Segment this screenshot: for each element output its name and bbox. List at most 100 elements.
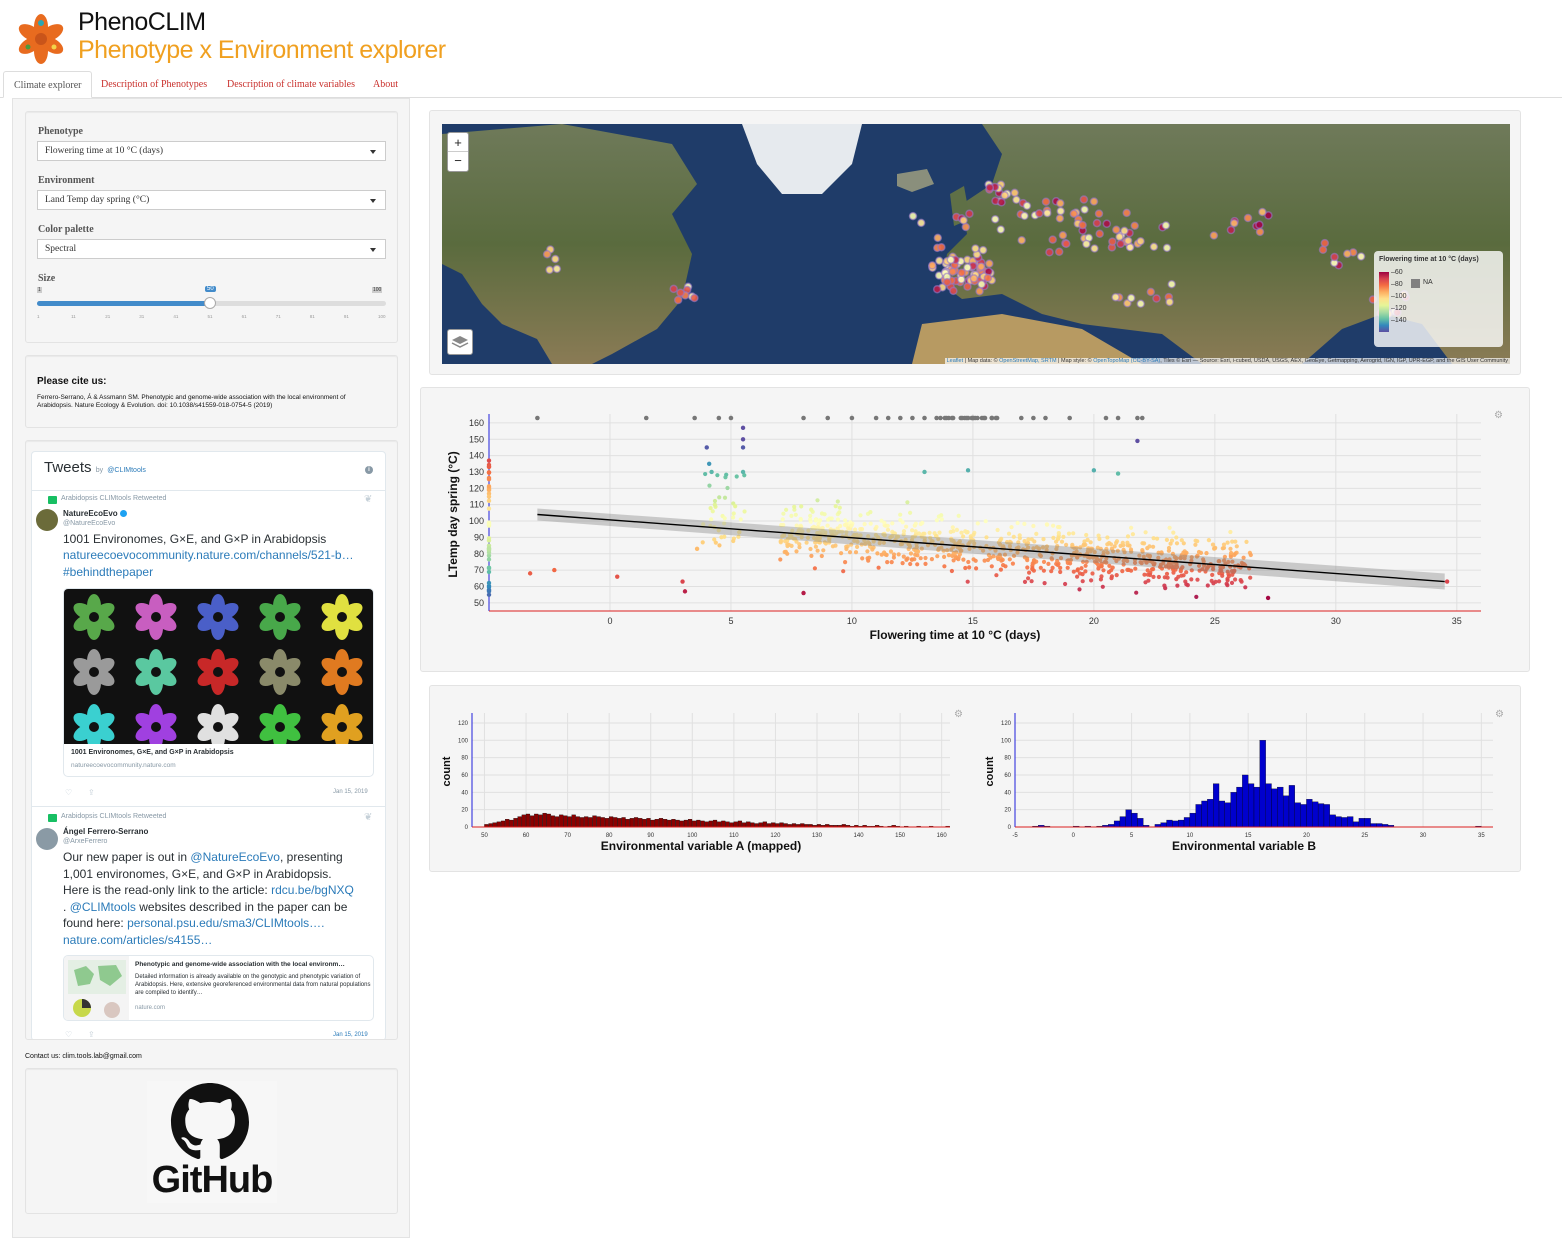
data-point [1142,572,1147,577]
mention-link[interactable]: @NatureEcoEvo [190,850,280,864]
data-point [1083,563,1088,568]
slider-tick-label: 21 [105,314,111,319]
osm-link[interactable]: OpenStreetMap, SRTM [999,358,1056,364]
tweet-date[interactable]: Jan 15, 2019 [333,1032,368,1038]
data-point [486,476,492,482]
slider-tick-label: 31 [139,314,145,319]
tab-climate-explorer[interactable]: Climate explorer [3,71,93,98]
histogram-bar [658,818,664,828]
data-point [841,569,846,574]
tweet-link[interactable]: personal.psu.edu/sma3/CLIMtools…. [127,916,324,930]
tweet-author-name[interactable]: NatureEcoEvo [63,509,127,518]
mention-link[interactable]: @CLIMtools [70,900,136,914]
na-point [692,415,697,421]
phenoclim-logo [18,14,64,64]
opentopomap-link[interactable]: OpenTopoMap (CC-BY-SA) [1093,358,1160,364]
map-point [1320,238,1330,248]
data-point [717,495,722,500]
gear-icon[interactable]: ⚙ [1494,410,1503,421]
like-icon[interactable]: ♡ [65,1030,72,1039]
data-point [984,535,989,540]
avatar[interactable] [36,509,58,531]
gear-icon[interactable]: ⚙ [954,709,963,720]
slider-handle[interactable] [204,297,216,309]
tweets-handle-link[interactable]: @CLIMtools [107,467,146,474]
map-point [978,245,988,255]
flower-center [337,667,347,677]
tab-about[interactable]: About [363,71,408,98]
tweet-link[interactable]: nature.com/articles/s4155… [63,932,383,949]
data-point [883,523,888,528]
legend-tick-label: –120 [1391,305,1407,312]
data-point [842,522,848,528]
twitter-bird-icon[interactable]: ❦ [364,812,372,823]
histogram-bar [1119,816,1126,828]
phenotype-label: Phenotype [38,126,83,137]
y-tick-label: 100 [458,738,469,744]
data-point [781,511,786,516]
scatter-chart[interactable]: 0 5 10 15 20 25 30 35 50 60 70 80 90 100 110 120 130 140 1… [421,388,1531,673]
leaflet-link[interactable]: Leaflet [947,358,964,364]
map-point [1330,252,1339,262]
twitter-bird-icon[interactable]: ❦ [364,494,372,505]
data-point [738,517,743,522]
histogram-bar [679,820,684,828]
tweet-hashtag[interactable]: #behindthepaper [63,565,153,579]
tab-description-phenotypes[interactable]: Description of Phenotypes [91,71,217,98]
map-point [1152,294,1161,303]
like-icon[interactable]: ♡ [65,788,72,797]
histogram-bar [766,823,772,828]
y-tick-label: 100 [1001,738,1012,744]
histogram-bar [721,820,726,828]
legend-colorbar [1379,272,1389,332]
data-point [804,540,809,545]
data-point [1194,594,1199,599]
gear-icon[interactable]: ⚙ [1495,709,1504,720]
data-point [1184,582,1189,587]
tweet-author-name[interactable]: Ángel Ferrero-Serrano [63,827,148,836]
zoom-in-button[interactable]: + [448,133,468,152]
map-point [1161,221,1171,230]
map-point [969,274,979,283]
zoom-out-button[interactable]: − [448,152,468,171]
data-point [808,546,813,552]
histogram-bar [488,823,493,828]
data-point [731,538,736,544]
na-point [885,415,891,421]
share-icon[interactable]: ⇪ [88,788,95,797]
tweet-card[interactable]: Phenotypic and genome-wide association w… [63,955,374,1021]
data-point [885,560,890,565]
github-link[interactable]: GitHub [147,1081,277,1203]
histogram-b[interactable]: -5 0 5 10 15 20 25 30 35020406080100120Environme… [975,686,1522,873]
map-point [1056,199,1065,208]
leaflet-map[interactable]: + − Flowering time at 10 °C (days) –60 –8… [442,124,1510,364]
na-point [1031,415,1036,421]
histogram-bar [1253,786,1260,828]
data-point [929,557,934,562]
map-point [933,233,943,243]
histogram-bar [1248,783,1255,828]
histogram-bar [1113,820,1121,828]
map-point [1115,232,1124,242]
avatar[interactable] [36,828,58,850]
tweet-card[interactable]: 1001 Environomes, G×E, and G×P in Arabid… [63,588,374,777]
histogram-a[interactable]: 50 60 70 80 90 100 110 120 130 140 150 160020406080… [430,686,970,873]
phenotype-select[interactable]: Flowering time at 10 °C (days) [37,141,386,161]
map-canvas[interactable] [442,124,1510,364]
palette-select[interactable]: Spectral [37,239,386,259]
tab-description-climate[interactable]: Description of climate variables [217,71,365,98]
na-point [643,415,649,421]
histogram-bar [1183,817,1191,828]
tweet-link[interactable]: rdcu.be/bgNXQ [271,883,354,897]
tweet-date[interactable]: Jan 15, 2019 [333,789,368,795]
data-point [715,473,720,478]
info-icon[interactable]: i [365,466,373,474]
histogram-bar [563,815,568,828]
data-point [778,557,783,562]
na-point [970,415,976,421]
environment-select[interactable]: Land Temp day spring (°C) [37,190,386,210]
share-icon[interactable]: ⇪ [88,1030,95,1039]
flower-center [151,612,161,622]
tweet-link[interactable]: natureecoevocommunity.nature.com/channel… [63,548,354,562]
layers-button[interactable] [447,329,473,355]
